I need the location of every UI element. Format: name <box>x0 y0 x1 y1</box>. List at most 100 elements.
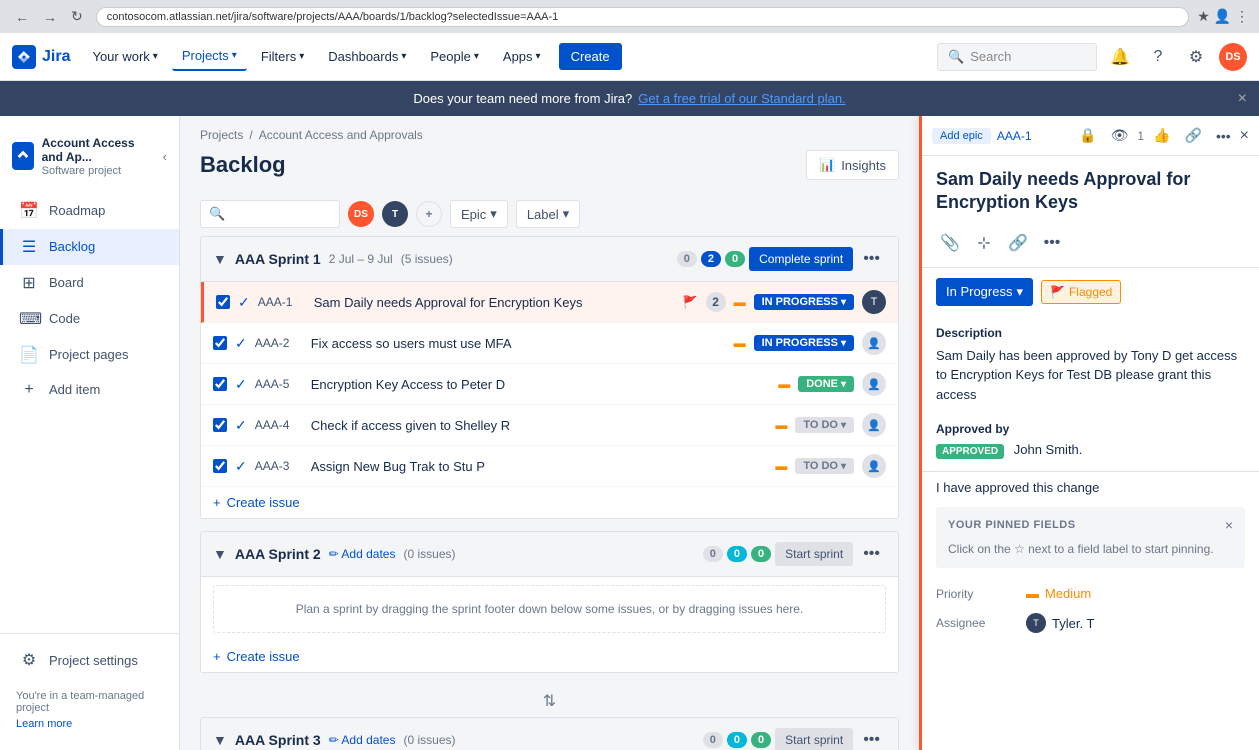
sidebar-label-project-pages: Project pages <box>49 347 129 362</box>
sidebar-item-backlog[interactable]: ☰ Backlog <box>0 229 179 265</box>
banner-link[interactable]: Get a free trial of our Standard plan. <box>638 91 845 106</box>
browser-nav-buttons[interactable]: ← → ↻ <box>10 6 88 27</box>
nav-apps[interactable]: Apps ▾ <box>493 43 551 70</box>
create-issue-sprint2[interactable]: + Create issue <box>201 641 898 672</box>
panel-link-button[interactable]: 🔗 <box>1004 229 1032 257</box>
sprint-3-more-button[interactable]: ••• <box>857 729 886 750</box>
status-badge-aaa-3[interactable]: TO DO ▾ <box>795 458 854 474</box>
issue-search-box[interactable]: 🔍 <box>200 200 340 228</box>
issue-search-input[interactable] <box>231 207 331 222</box>
issue-checkbox-aaa-5[interactable] <box>213 377 227 391</box>
breadcrumb-projects[interactable]: Projects <box>200 128 243 142</box>
panel-watch-button[interactable]: 👁 <box>1106 124 1134 147</box>
help-button[interactable]: ? <box>1143 42 1173 72</box>
issue-checkbox-aaa-3[interactable] <box>213 459 227 473</box>
sidebar-bottom: ⚙ Project settings You're in a team-mana… <box>0 633 179 738</box>
description-text[interactable]: Sam Daily has been approved by Tony D ge… <box>936 346 1245 405</box>
sidebar-label-backlog: Backlog <box>49 239 95 254</box>
nav-filters[interactable]: Filters ▾ <box>251 43 314 70</box>
user-avatar[interactable]: DS <box>1219 43 1247 71</box>
panel-attach-button[interactable]: 📎 <box>936 229 964 257</box>
panel-like-button[interactable]: 👍 <box>1148 124 1175 147</box>
issue-row-aaa-1[interactable]: ✓ AAA-1 Sam Daily needs Approval for Enc… <box>201 282 898 323</box>
insights-button[interactable]: 📊 Insights <box>806 150 899 180</box>
sidebar-item-board[interactable]: ⊞ Board <box>0 265 179 301</box>
status-badge-aaa-1[interactable]: IN PROGRESS ▾ <box>754 294 854 310</box>
issue-checkbox-aaa-1[interactable] <box>216 295 230 309</box>
drag-handle[interactable]: ⇅ <box>180 685 919 717</box>
nav-your-work[interactable]: Your work ▾ <box>82 43 167 70</box>
refresh-button[interactable]: ↻ <box>66 6 88 27</box>
sidebar-item-project-pages[interactable]: 📄 Project pages <box>0 337 179 373</box>
status-badge-aaa-4[interactable]: TO DO ▾ <box>795 417 854 433</box>
sidebar-project-type: Software project <box>42 165 155 177</box>
issue-row-aaa-3[interactable]: ✓ AAA-3 Assign New Bug Trak to Stu P ▬ T… <box>201 446 898 487</box>
filter-avatar-more[interactable]: + <box>416 201 442 227</box>
sidebar-item-roadmap[interactable]: 📅 Roadmap <box>0 193 179 229</box>
panel-lock-button[interactable]: 🔒 <box>1074 124 1101 147</box>
panel-close-button[interactable]: × <box>1240 127 1249 145</box>
pinned-close-button[interactable]: × <box>1225 517 1233 533</box>
assignee-avatar-aaa-4: 👤 <box>862 413 886 437</box>
epic-filter-button[interactable]: Epic ▾ <box>450 200 508 228</box>
panel-child-issue-button[interactable]: ⊹ <box>970 229 998 257</box>
start-sprint-2-button[interactable]: Start sprint <box>775 542 853 566</box>
flagged-badge[interactable]: 🚩 Flagged <box>1041 280 1121 304</box>
complete-sprint-button[interactable]: Complete sprint <box>749 247 853 271</box>
panel-assignee-row: Assignee T Tyler. T <box>922 607 1259 639</box>
panel-status-button[interactable]: In Progress ▾ <box>936 278 1033 306</box>
nav-people[interactable]: People ▾ <box>420 43 489 70</box>
sprint-1-collapse[interactable]: ▼ <box>213 251 227 267</box>
issue-checkbox-aaa-4[interactable] <box>213 418 227 432</box>
sidebar-item-add-item[interactable]: + Add item <box>0 373 179 407</box>
breadcrumb-project-name[interactable]: Account Access and Approvals <box>259 128 423 142</box>
panel-top-bar: Add epic AAA-1 🔒 👁 1 👍 🔗 ••• × <box>922 116 1259 156</box>
issue-row-aaa-4[interactable]: ✓ AAA-4 Check if access given to Shelley… <box>201 405 898 446</box>
label-filter-button[interactable]: Label ▾ <box>516 200 580 228</box>
issue-row-aaa-5[interactable]: ✓ AAA-5 Encryption Key Access to Peter D… <box>201 364 898 405</box>
panel-issue-key: AAA-1 <box>997 129 1032 143</box>
sidebar-collapse-button[interactable]: ‹ <box>163 149 167 164</box>
sprint-1-title[interactable]: AAA Sprint 1 <box>235 251 321 267</box>
panel-share-button[interactable]: 🔗 <box>1180 124 1207 147</box>
sprint-2-collapse[interactable]: ▼ <box>213 546 227 562</box>
filter-avatar-t[interactable]: T <box>382 201 408 227</box>
back-button[interactable]: ← <box>10 6 34 27</box>
banner-close-button[interactable]: × <box>1238 90 1247 108</box>
nav-projects[interactable]: Projects ▾ <box>172 42 247 71</box>
pages-icon: 📄 <box>19 345 39 365</box>
panel-actions-more[interactable]: ••• <box>1038 229 1066 257</box>
sprint-3-collapse[interactable]: ▼ <box>213 732 227 748</box>
url-bar[interactable]: contosocom.atlassian.net/jira/software/p… <box>96 7 1190 27</box>
sprint-3-add-dates[interactable]: ✏ Add dates <box>329 733 396 747</box>
sidebar-item-code[interactable]: ⌨ Code <box>0 301 179 337</box>
nav-right: 🔍 Search 🔔 ? ⚙ DS <box>937 42 1247 72</box>
sprint-1-more-button[interactable]: ••• <box>857 248 886 270</box>
sidebar-label-add-item: Add item <box>49 382 100 397</box>
status-badge-aaa-2[interactable]: IN PROGRESS ▾ <box>754 335 854 351</box>
search-box[interactable]: 🔍 Search <box>937 43 1097 71</box>
forward-button[interactable]: → <box>38 6 62 27</box>
notifications-button[interactable]: 🔔 <box>1105 42 1135 72</box>
panel-more-button[interactable]: ••• <box>1211 125 1236 147</box>
issue-row-aaa-2[interactable]: ✓ AAA-2 Fix access so users must use MFA… <box>201 323 898 364</box>
learn-more-link[interactable]: Learn more <box>0 718 179 738</box>
settings-button[interactable]: ⚙ <box>1181 42 1211 72</box>
issue-checkbox-aaa-2[interactable] <box>213 336 227 350</box>
nav-dashboards[interactable]: Dashboards ▾ <box>318 43 416 70</box>
priority-value[interactable]: ▬ Medium <box>1026 586 1091 601</box>
sprint-1-badge-0: 0 <box>677 251 697 267</box>
sidebar-item-project-settings[interactable]: ⚙ Project settings <box>0 642 179 678</box>
create-issue-sprint1[interactable]: + Create issue <box>201 487 898 518</box>
filter-avatar-ds[interactable]: DS <box>348 201 374 227</box>
assignee-value[interactable]: T Tyler. T <box>1026 613 1094 633</box>
sprint-2-add-dates[interactable]: ✏ Add dates <box>329 547 396 561</box>
sprint-3-title[interactable]: AAA Sprint 3 <box>235 732 321 748</box>
panel-epic-tag[interactable]: Add epic <box>932 128 991 144</box>
create-button[interactable]: Create <box>559 43 622 70</box>
panel-priority-row: Priority ▬ Medium <box>922 580 1259 607</box>
sprint-2-title[interactable]: AAA Sprint 2 <box>235 546 321 562</box>
start-sprint-3-button[interactable]: Start sprint <box>775 728 853 750</box>
status-badge-aaa-5[interactable]: DONE ▾ <box>798 376 854 392</box>
sprint-2-more-button[interactable]: ••• <box>857 543 886 565</box>
